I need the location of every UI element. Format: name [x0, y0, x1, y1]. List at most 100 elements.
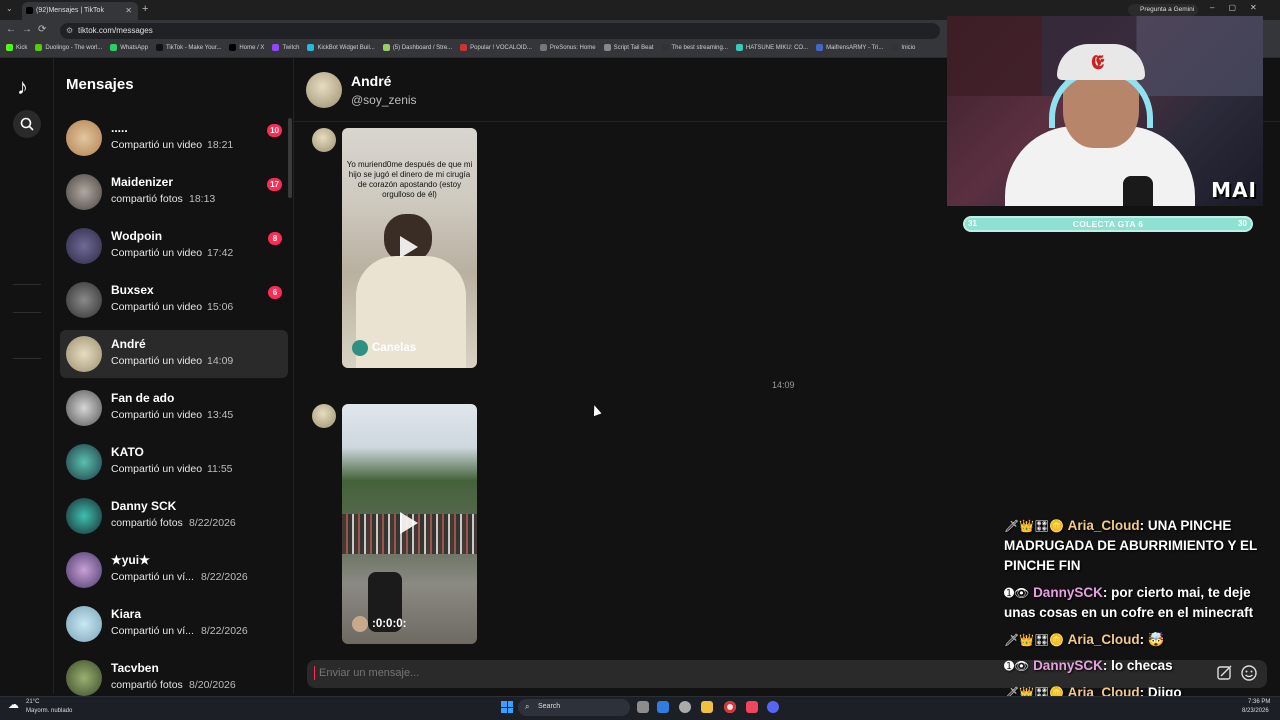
avatar [66, 282, 102, 318]
weather-description[interactable]: Mayorm. nublado [26, 708, 72, 714]
bookmarks-list: Kick Duolingo - The worl... WhatsApp TikTok… [6, 44, 923, 51]
tab-search-icon[interactable]: ⌄ [6, 4, 13, 13]
conversation-preview: Compartió un video [111, 409, 203, 421]
message-avatar[interactable] [312, 128, 336, 152]
conversation-item[interactable]: Maidenizer compartió fotos 18:13 17 [60, 168, 288, 216]
conversation-item[interactable]: ..... Compartió un video 18:21 10 [60, 114, 288, 162]
site-info-icon[interactable]: ⚙ [66, 26, 73, 35]
message-input[interactable] [319, 667, 919, 679]
bookmark-item[interactable]: Inicio [891, 44, 915, 51]
task-view-icon[interactable] [637, 701, 649, 713]
avatar [66, 174, 102, 210]
tiktok-logo-icon[interactable]: ♪ [17, 74, 39, 99]
bookmark-item[interactable]: MaifrensARMY - Tri... [816, 44, 883, 51]
conversation-name: Maidenizer [111, 175, 174, 189]
chrome-icon[interactable] [724, 701, 736, 713]
shared-video-card[interactable]: :0:0:0: [342, 404, 477, 644]
bookmark-label: Duolingo - The worl... [45, 44, 103, 51]
video-author-avatar [352, 340, 368, 356]
avatar [66, 660, 102, 696]
weather-icon[interactable]: ☁ [8, 698, 19, 711]
conversation-preview: Compartió un video [111, 139, 203, 151]
taskbar-search[interactable] [518, 699, 630, 716]
chat-username: DannySCK [1033, 585, 1103, 600]
conversation-item[interactable]: Buxsex Compartió un video 15:06 6 [60, 276, 288, 324]
bookmark-item[interactable]: (5) Dashboard / Stre... [382, 44, 452, 51]
bookmark-label: HATSUNE MIKU: CO... [745, 44, 809, 51]
search-icon[interactable] [13, 110, 41, 138]
bookmark-item[interactable]: Kick [6, 44, 27, 51]
bookmark-label: WhatsApp [120, 44, 148, 51]
bookmark-favicon-icon [110, 44, 118, 51]
bookmark-item[interactable]: Twitch [272, 44, 299, 51]
chat-badges-icon: 🗡👑🎛🪙 [1004, 633, 1065, 647]
new-tab-icon[interactable]: + [142, 3, 148, 15]
taskbar-clock-time[interactable]: 7:36 PM [1248, 699, 1270, 705]
conversation-preview: compartió fotos [111, 193, 183, 205]
conversation-item[interactable]: Kiara Compartió un ví... 8/22/2026 [60, 600, 288, 648]
bookmark-favicon-icon [272, 44, 280, 51]
tiktok-favicon-icon [26, 7, 33, 14]
stream-chat-message: 🗡👑🎛🪙 Aria_Cloud: 🤯 [1004, 632, 1165, 647]
gemini-button[interactable]: Pregunta a Gemini [1128, 4, 1198, 16]
chat-badges-icon: ➊👁 [1004, 586, 1030, 600]
navigation-buttons[interactable]: ←→⟳ [6, 24, 52, 35]
conversation-item[interactable]: Danny SCK compartió fotos 8/22/2026 [60, 492, 288, 540]
conversation-item[interactable]: ★yui★ Compartió un ví... 8/22/2026 [60, 546, 288, 594]
bookmark-favicon-icon [603, 44, 611, 51]
weather-temperature[interactable]: 21°C [26, 699, 39, 705]
chat-username: Aria_Cloud [1067, 518, 1140, 533]
window-controls[interactable]: –▢✕ [1210, 3, 1271, 12]
music-app-icon[interactable] [746, 701, 758, 713]
conversation-item[interactable]: Wodpoin Compartió un video 17:42 8 [60, 222, 288, 270]
bookmark-favicon-icon [155, 44, 163, 51]
conversation-item[interactable]: Fan de ado Compartió un video 13:45 [60, 384, 288, 432]
file-explorer-icon[interactable] [701, 701, 713, 713]
tiktok-icon-sidebar [0, 58, 54, 694]
discord-icon[interactable] [767, 701, 779, 713]
windows-start-icon[interactable] [501, 701, 513, 713]
bookmark-item[interactable]: TikTok - Make Your... [155, 44, 221, 51]
shared-video-card[interactable]: Yo muriend0me después de que mi hijo se … [342, 128, 477, 368]
bookmark-label: KickBot Widget Buil... [317, 44, 375, 51]
taskbar-clock-date[interactable]: 8/23/2026 [1242, 708, 1269, 714]
browser-tab-active[interactable]: (92)Mensajes | TikTok ✕ [22, 2, 138, 20]
bookmark-item[interactable]: KickBot Widget Buil... [307, 44, 375, 51]
microphone-figure [1123, 176, 1153, 206]
bookmark-item[interactable]: HATSUNE MIKU: CO... [735, 44, 809, 51]
conversation-item[interactable]: André Compartió un video 14:09 [60, 330, 288, 378]
chat-avatar[interactable] [306, 72, 342, 108]
bookmark-item[interactable]: WhatsApp [110, 44, 148, 51]
conversation-name: ★yui★ [111, 553, 150, 567]
play-icon[interactable] [400, 236, 418, 258]
close-tab-icon[interactable]: ✕ [125, 6, 132, 15]
conversation-item[interactable]: KATO Compartió un video 11:55 [60, 438, 288, 486]
bookmark-item[interactable]: The best streaming... [661, 44, 728, 51]
bookmark-item[interactable]: Popular ! VOCALOID... [460, 44, 532, 51]
play-icon[interactable] [400, 512, 418, 534]
conversation-name: ..... [111, 121, 128, 135]
bookmark-item[interactable]: Script Tail Beat [603, 44, 654, 51]
avatar [66, 552, 102, 588]
conversation-preview: compartió fotos [111, 517, 183, 529]
message-avatar[interactable] [312, 404, 336, 428]
conversation-time: 8/20/2026 [189, 679, 236, 691]
chat-contact-name[interactable]: André [351, 73, 391, 89]
bookmark-item[interactable]: Home / X [229, 44, 264, 51]
conversation-time: 11:55 [207, 463, 233, 475]
bookmark-item[interactable]: PreSonus: Home [539, 44, 596, 51]
chat-username: DannySCK [1033, 658, 1103, 673]
avatar [66, 444, 102, 480]
bookmark-item[interactable]: Duolingo - The worl... [35, 44, 102, 51]
chat-contact-username[interactable]: @soy_zenis [351, 93, 417, 107]
address-bar[interactable] [60, 23, 940, 39]
edge-browser-icon[interactable] [657, 701, 669, 713]
message-timestamp: 14:09 [772, 380, 795, 390]
conversation-time: 13:45 [207, 409, 234, 421]
inbox-scrollbar[interactable] [288, 118, 292, 198]
avatar [66, 390, 102, 426]
url-text[interactable]: tiktok.com/messages [78, 26, 153, 35]
conversation-item[interactable]: Tacvben compartió fotos 8/20/2026 [60, 654, 288, 702]
settings-icon[interactable] [679, 701, 691, 713]
bookmark-label: Script Tail Beat [613, 44, 654, 51]
